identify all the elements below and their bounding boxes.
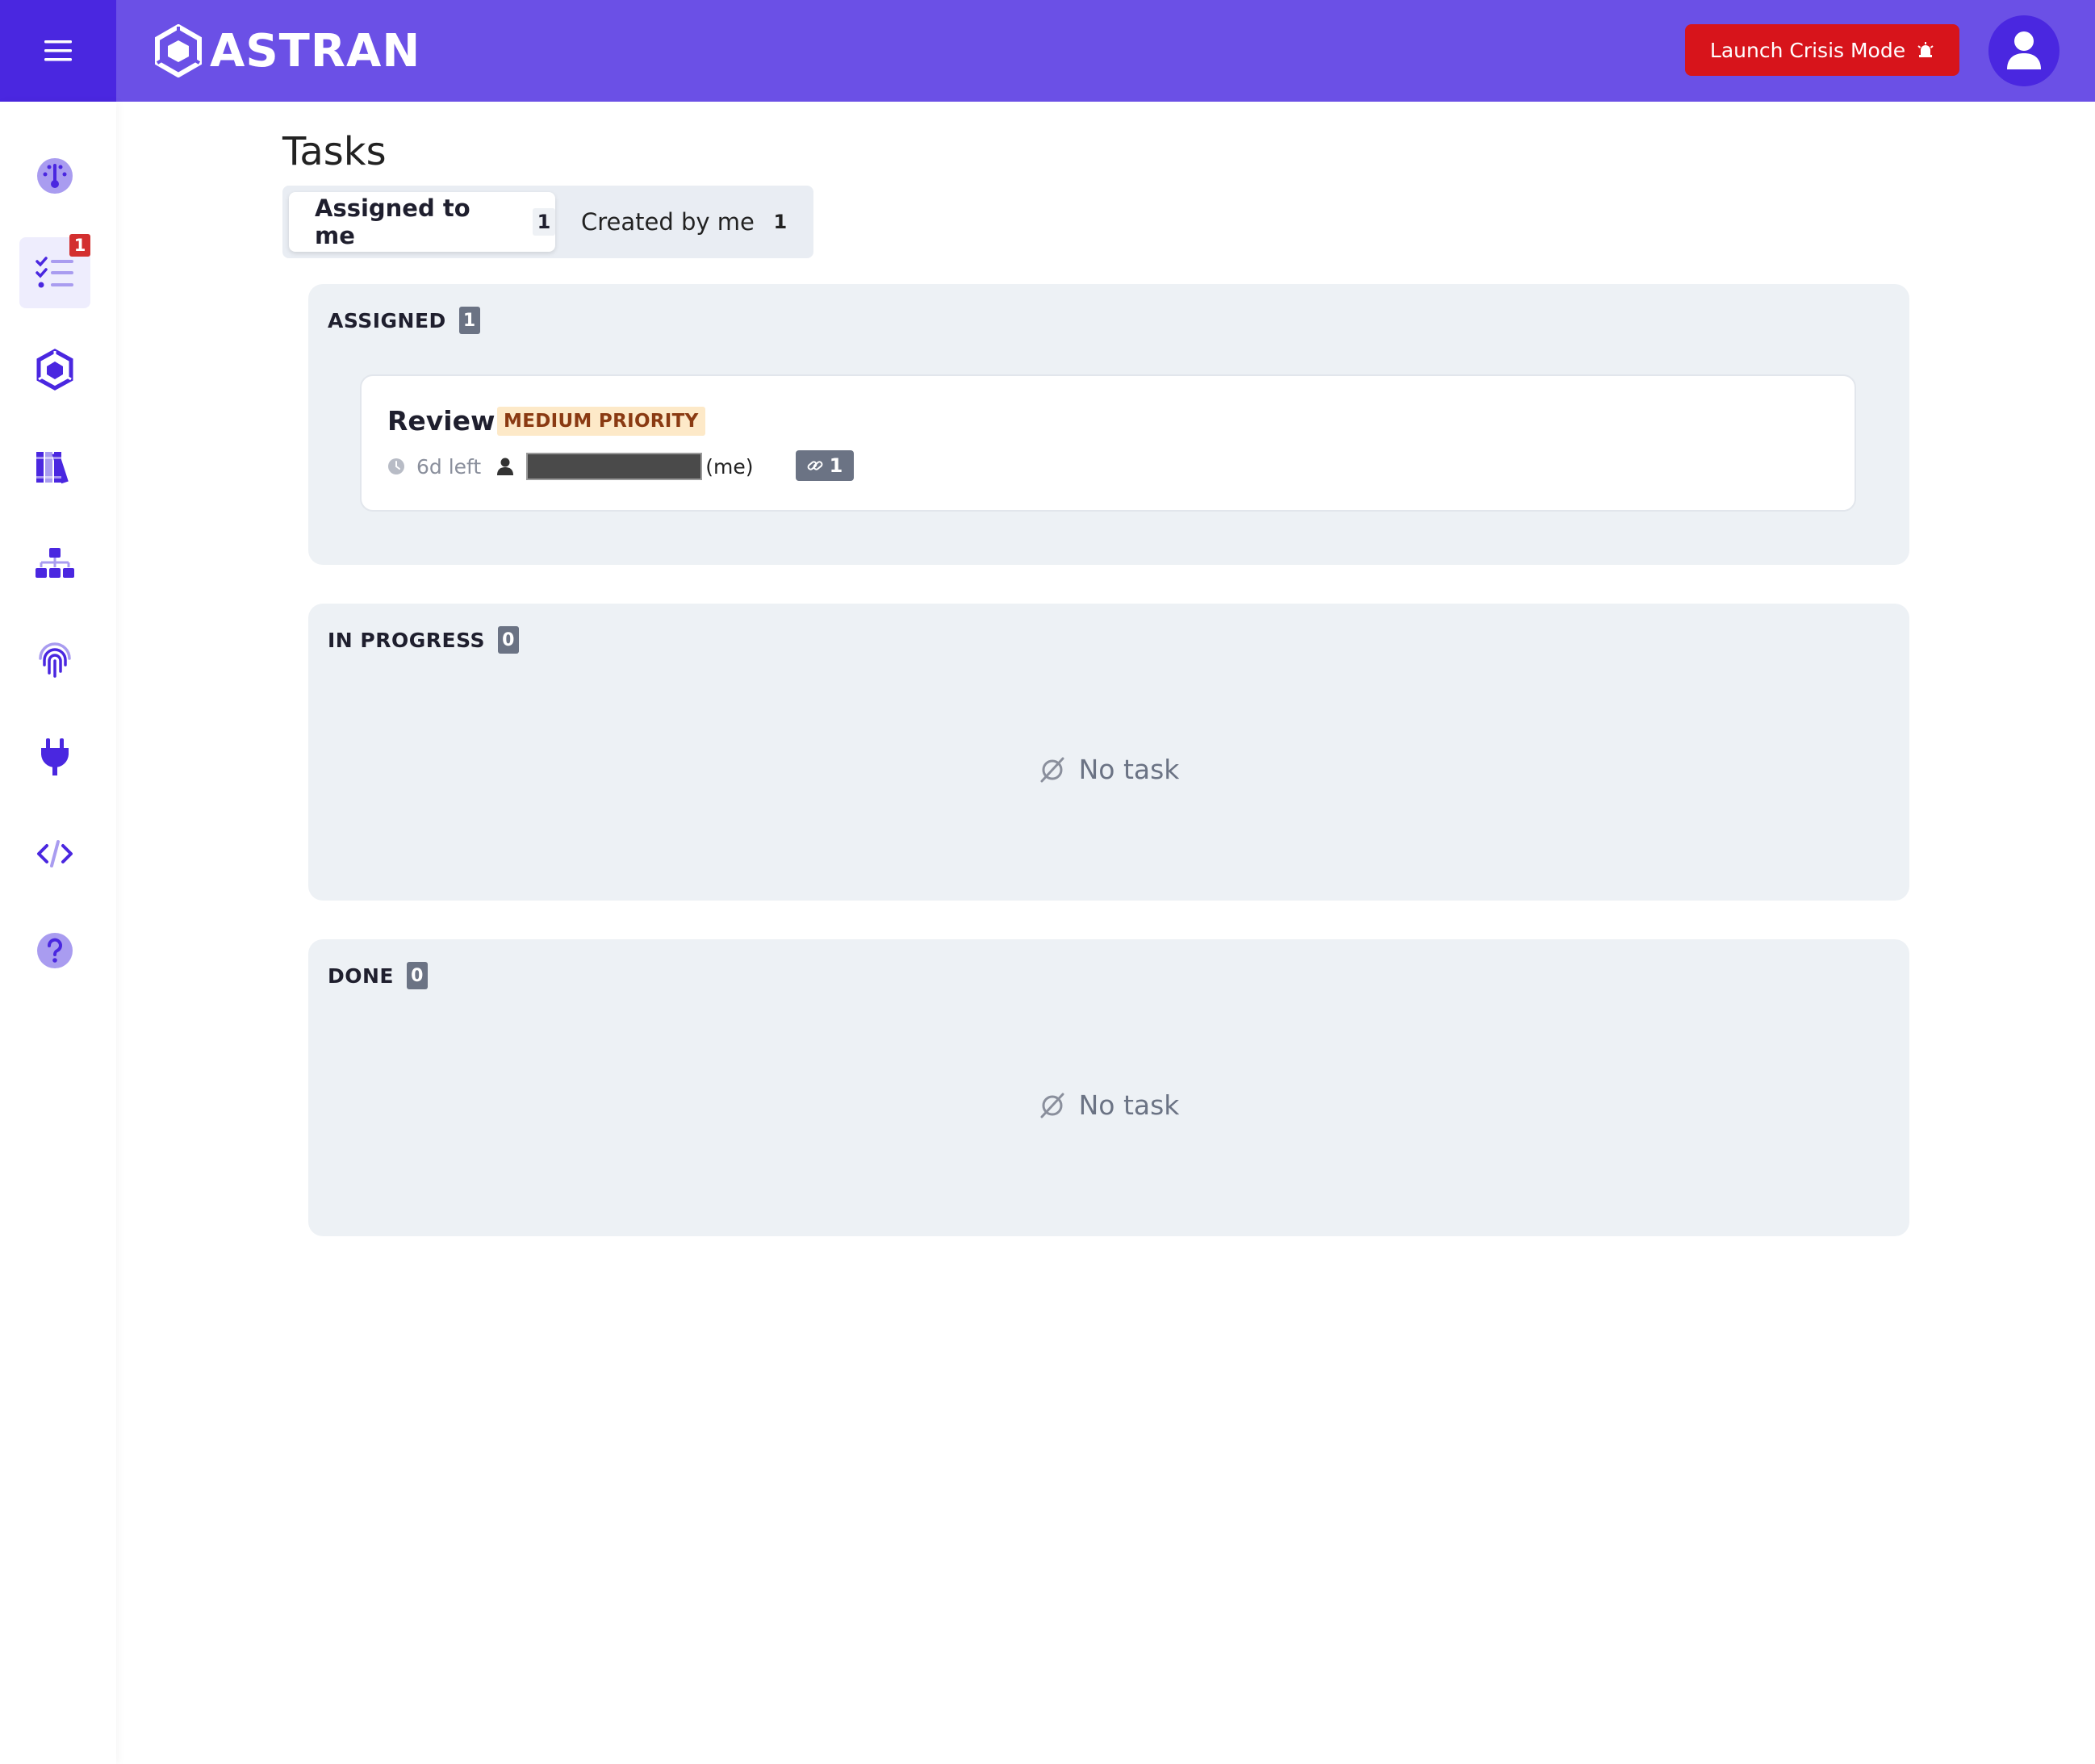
plug-icon xyxy=(41,738,69,775)
tab-count: 1 xyxy=(773,211,788,233)
empty-text: No task xyxy=(1078,754,1180,785)
task-tabs: Assigned to me 1 Created by me 1 xyxy=(282,186,813,258)
column-count: 0 xyxy=(498,626,519,654)
links-chip[interactable]: 1 xyxy=(796,450,854,481)
tab-assigned-to-me[interactable]: Assigned to me 1 xyxy=(289,192,555,252)
astran-logo-icon xyxy=(155,24,202,77)
empty-set-icon xyxy=(1040,1093,1064,1118)
user-icon xyxy=(2007,31,2041,69)
column-header: IN PROGRESS 0 xyxy=(328,626,519,654)
task-card[interactable]: Review MEDIUM PRIORITY 6d left (me) 1 xyxy=(360,374,1856,512)
person-icon xyxy=(497,458,514,475)
empty-state: No task xyxy=(308,754,1909,785)
gauge-icon xyxy=(37,158,73,194)
hamburger-menu-icon xyxy=(44,40,72,61)
sidebar-item-integrations[interactable] xyxy=(19,721,90,792)
column-header: ASSIGNED 1 xyxy=(328,307,480,334)
crisis-button-label: Launch Crisis Mode xyxy=(1709,38,1906,62)
sidebar-item-developer[interactable] xyxy=(19,818,90,889)
library-books-icon xyxy=(36,452,69,484)
tab-label: Created by me xyxy=(581,208,755,236)
top-bar: ASTRAN Launch Crisis Mode xyxy=(0,0,2095,102)
link-icon xyxy=(807,461,823,470)
app-logo[interactable]: ASTRAN xyxy=(153,23,420,79)
column-title: DONE xyxy=(328,964,395,988)
column-title: ASSIGNED xyxy=(328,308,446,332)
launch-crisis-mode-button[interactable]: Launch Crisis Mode xyxy=(1685,24,1959,76)
priority-badge: MEDIUM PRIORITY xyxy=(497,407,705,436)
siren-icon xyxy=(1917,42,1934,57)
assignee-name-redacted xyxy=(526,453,703,480)
page-title: Tasks xyxy=(282,129,387,174)
task-meta: 6d left (me) xyxy=(387,450,753,483)
assignee-me-suffix: (me) xyxy=(705,454,754,479)
column-done: DONE 0 No task xyxy=(308,939,1909,1236)
astran-cube-icon xyxy=(36,349,73,391)
user-avatar-button[interactable] xyxy=(1988,15,2059,86)
tab-count: 1 xyxy=(533,208,555,236)
sidebar-item-astran[interactable] xyxy=(19,334,90,405)
sidebar-item-help[interactable] xyxy=(19,915,90,986)
clock-icon xyxy=(388,458,404,474)
column-assigned: ASSIGNED 1 Review MEDIUM PRIORITY 6d lef… xyxy=(308,284,1909,565)
due-text: 6d left xyxy=(416,454,482,479)
column-count: 0 xyxy=(407,962,429,989)
help-circle-icon xyxy=(37,933,73,968)
menu-toggle-button[interactable] xyxy=(0,0,116,102)
tasks-badge: 1 xyxy=(69,234,90,257)
sidebar-item-dashboard[interactable] xyxy=(19,140,90,211)
fingerprint-icon xyxy=(39,642,71,678)
sidebar-item-library[interactable] xyxy=(19,431,90,502)
task-title: Review xyxy=(387,405,496,437)
sidebar: 1 xyxy=(0,102,116,1764)
sidebar-item-tasks[interactable]: 1 xyxy=(19,234,90,308)
task-list-icon xyxy=(36,257,73,288)
tab-label: Assigned to me xyxy=(315,194,470,249)
links-count: 1 xyxy=(829,454,843,477)
code-icon xyxy=(37,840,73,867)
empty-state: No task xyxy=(308,1089,1909,1121)
tab-created-by-me[interactable]: Created by me 1 xyxy=(581,192,807,252)
column-title: IN PROGRESS xyxy=(328,628,485,652)
sidebar-item-organization[interactable] xyxy=(19,528,90,599)
empty-text: No task xyxy=(1078,1089,1180,1121)
logo-text: ASTRAN xyxy=(210,24,421,77)
column-header: DONE 0 xyxy=(328,962,429,989)
column-in-progress: IN PROGRESS 0 No task xyxy=(308,604,1909,901)
column-count: 1 xyxy=(458,307,480,334)
empty-set-icon xyxy=(1040,757,1064,782)
org-chart-icon xyxy=(36,548,74,578)
sidebar-item-identity[interactable] xyxy=(19,625,90,696)
